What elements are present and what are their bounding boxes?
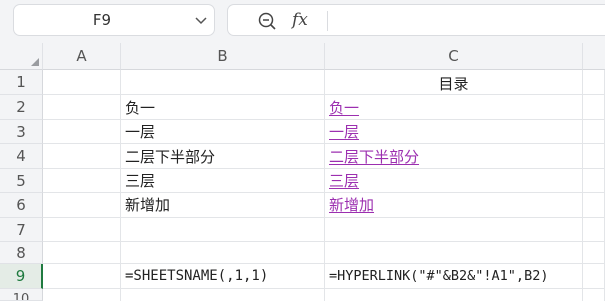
cell-c1[interactable]: 目录 xyxy=(325,70,583,95)
row-header-6[interactable]: 6 xyxy=(0,193,43,218)
name-box[interactable]: F9 xyxy=(13,4,215,36)
cell-d4[interactable] xyxy=(583,144,605,169)
column-header-d[interactable] xyxy=(583,43,605,70)
cell-b1[interactable] xyxy=(121,70,325,95)
cell-c9[interactable]: =HYPERLINK("#"&B2&"!A1",B2) xyxy=(325,264,583,289)
cell-d1[interactable] xyxy=(583,70,605,95)
cell-b3[interactable]: 一层 xyxy=(121,120,325,144)
hyperlink-c5[interactable]: 三层 xyxy=(329,172,359,190)
cell-d9[interactable] xyxy=(583,264,605,289)
cell-a4[interactable] xyxy=(43,144,121,169)
cell-b8[interactable] xyxy=(121,242,325,264)
name-box-value: F9 xyxy=(92,11,112,29)
cell-a1[interactable] xyxy=(43,70,121,95)
row-header-7[interactable]: 7 xyxy=(0,218,43,242)
cell-a6[interactable] xyxy=(43,193,121,218)
row-header-9[interactable]: 9 xyxy=(0,264,43,289)
function-icon[interactable]: fx xyxy=(292,8,308,32)
hyperlink-c4[interactable]: 二层下半部分 xyxy=(329,148,419,166)
hyperlink-c2[interactable]: 负一 xyxy=(329,99,359,117)
row-header-2[interactable]: 2 xyxy=(0,95,43,120)
cell-b10[interactable] xyxy=(121,289,325,301)
cell-d5[interactable] xyxy=(583,169,605,193)
hyperlink-c3[interactable]: 一层 xyxy=(329,123,359,141)
cell-a9[interactable] xyxy=(43,264,121,289)
cell-b7[interactable] xyxy=(121,218,325,242)
zoom-icon[interactable] xyxy=(257,11,277,31)
cell-b6[interactable]: 新增加 xyxy=(121,193,325,218)
select-all-icon xyxy=(31,58,39,66)
cell-a8[interactable] xyxy=(43,242,121,264)
select-all-corner[interactable] xyxy=(0,43,43,70)
cell-d10[interactable] xyxy=(583,289,605,301)
cell-a10[interactable] xyxy=(43,289,121,301)
row-header-5[interactable]: 5 xyxy=(0,169,43,193)
column-header-a[interactable]: A xyxy=(43,43,121,70)
cell-c3[interactable]: 一层 xyxy=(325,120,583,144)
row-header-10[interactable]: 10 xyxy=(0,289,43,301)
row-header-1[interactable]: 1 xyxy=(0,70,43,95)
row-header-3[interactable]: 3 xyxy=(0,120,43,144)
cell-c10[interactable] xyxy=(325,289,583,301)
toolbar: F9 fx xyxy=(0,0,605,43)
cell-a7[interactable] xyxy=(43,218,121,242)
cell-b2[interactable]: 负一 xyxy=(121,95,325,120)
row-header-8[interactable]: 8 xyxy=(0,242,43,264)
column-header-c[interactable]: C xyxy=(325,43,583,70)
cell-a2[interactable] xyxy=(43,95,121,120)
cell-c8[interactable] xyxy=(325,242,583,264)
cell-a5[interactable] xyxy=(43,169,121,193)
cell-d6[interactable] xyxy=(583,193,605,218)
chevron-down-icon[interactable] xyxy=(194,13,208,27)
cell-d8[interactable] xyxy=(583,242,605,264)
cell-c5[interactable]: 三层 xyxy=(325,169,583,193)
cell-b5[interactable]: 三层 xyxy=(121,169,325,193)
row-header-4[interactable]: 4 xyxy=(0,144,43,169)
cell-b9[interactable]: =SHEETSNAME(,1,1) xyxy=(121,264,325,289)
formula-bar[interactable]: fx xyxy=(227,4,605,36)
column-header-b[interactable]: B xyxy=(121,43,325,70)
cell-d3[interactable] xyxy=(583,120,605,144)
cell-b4[interactable]: 二层下半部分 xyxy=(121,144,325,169)
cell-c2[interactable]: 负一 xyxy=(325,95,583,120)
formula-divider xyxy=(327,11,328,31)
cell-d7[interactable] xyxy=(583,218,605,242)
cell-c7[interactable] xyxy=(325,218,583,242)
cell-d2[interactable] xyxy=(583,95,605,120)
cell-a3[interactable] xyxy=(43,120,121,144)
hyperlink-c6[interactable]: 新增加 xyxy=(329,196,374,214)
cell-c6[interactable]: 新增加 xyxy=(325,193,583,218)
cell-c4[interactable]: 二层下半部分 xyxy=(325,144,583,169)
